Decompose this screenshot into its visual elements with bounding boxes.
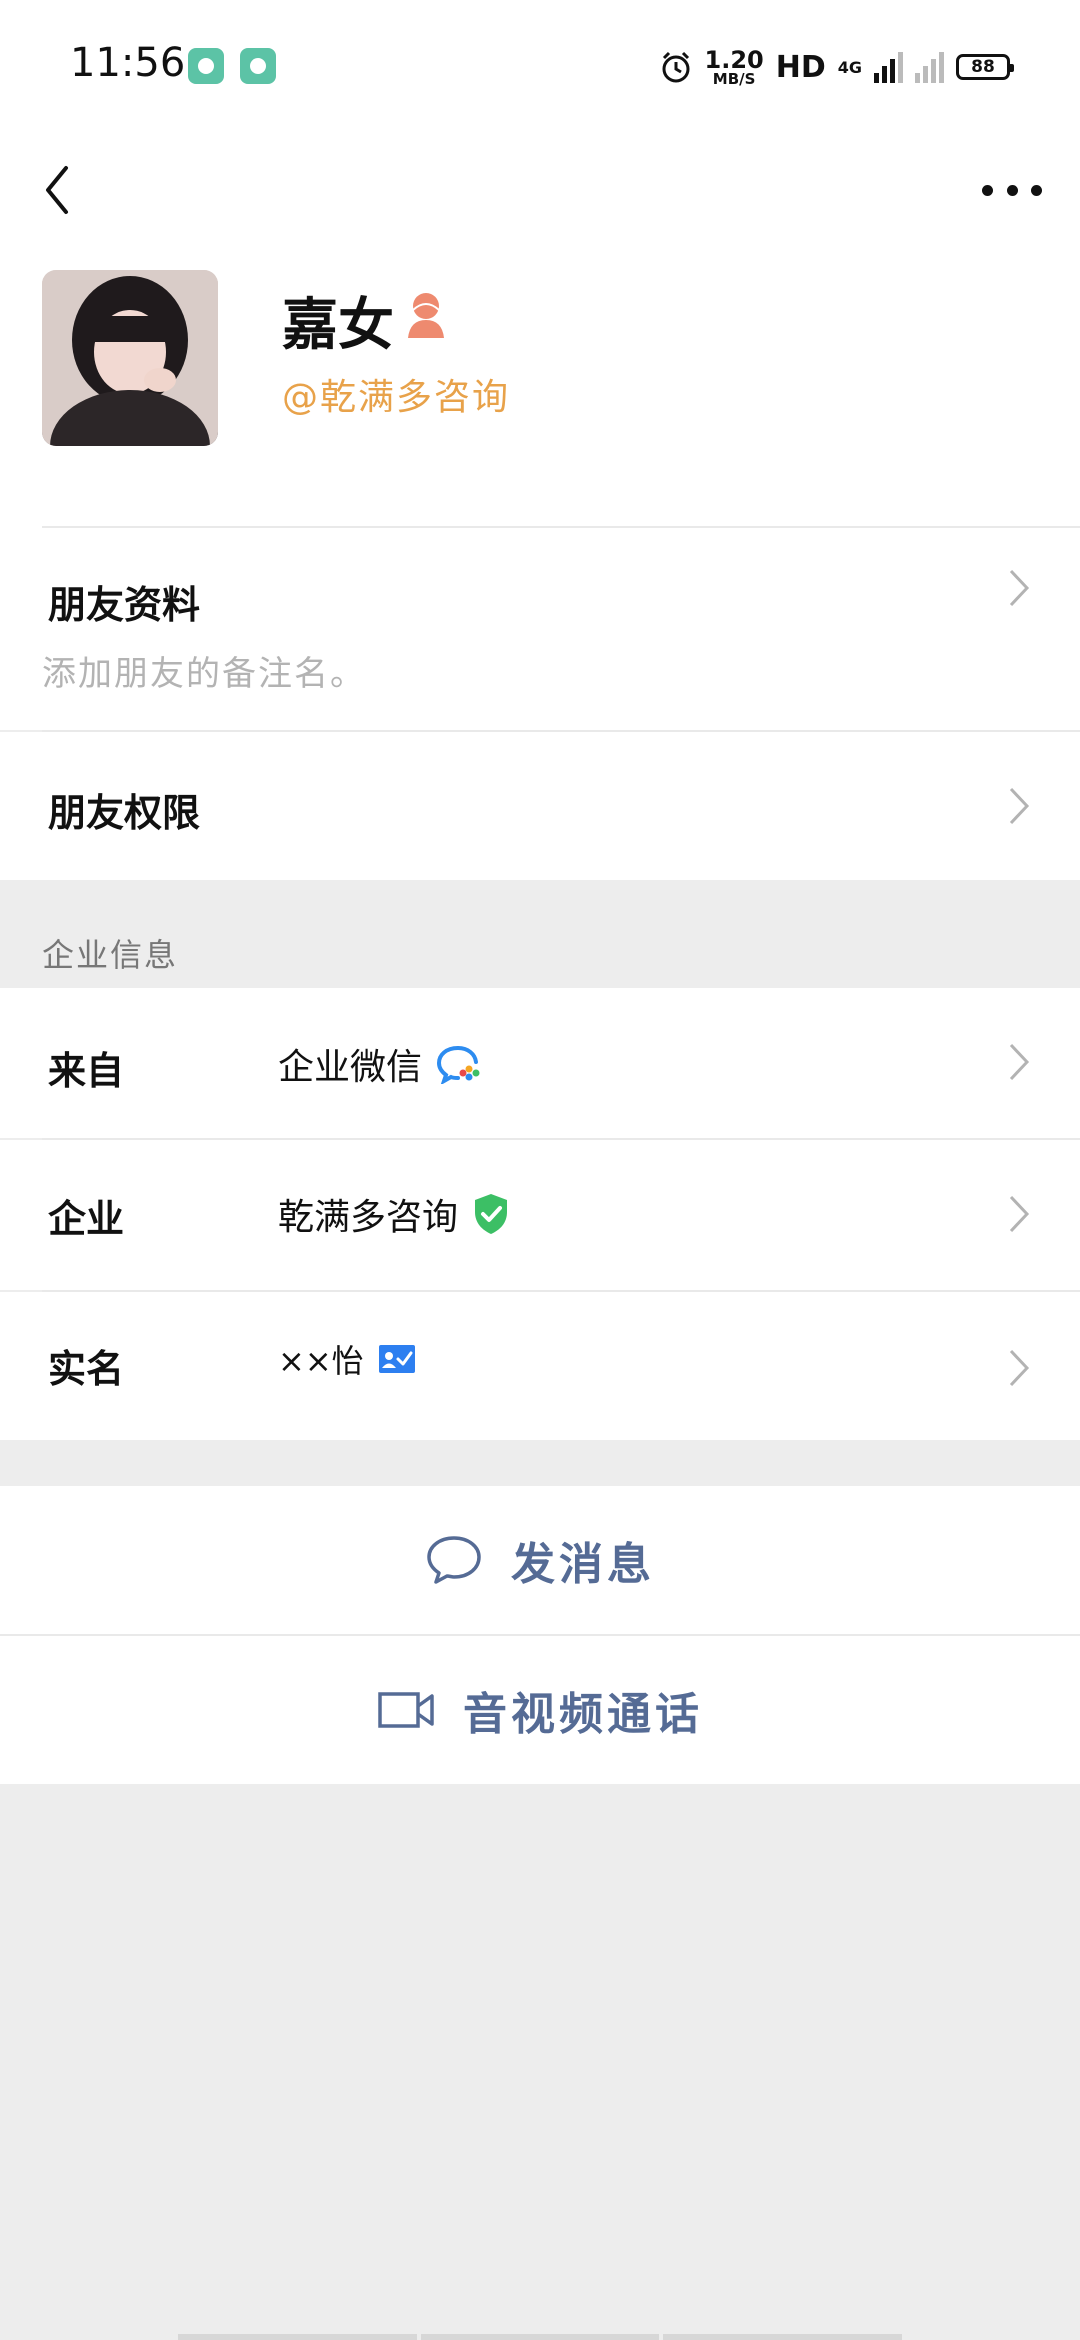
chevron-right-icon: [1009, 569, 1030, 607]
friend-permission-row[interactable]: 朋友权限: [0, 732, 1080, 880]
chat-bubble-icon: [427, 1536, 481, 1584]
enterprise-row-realname[interactable]: 实名 ××怡: [0, 1292, 1080, 1440]
app-notification-icon: [188, 48, 224, 84]
send-message-button[interactable]: 发消息: [0, 1486, 1080, 1634]
signal-icon-sim2: [915, 51, 944, 83]
status-bar: 11:56 1.20 MB/S HD 4G 88: [0, 0, 1080, 130]
enterprise-row-source[interactable]: 来自 企业微信: [0, 988, 1080, 1138]
network-type: 4G: [837, 57, 862, 77]
id-verified-icon: [378, 1345, 415, 1373]
female-icon: [408, 293, 444, 338]
hd-indicator: HD: [775, 49, 826, 85]
company-value: 乾满多咨询: [278, 1188, 510, 1240]
network-speed: 1.20 MB/S: [704, 45, 764, 88]
realname-value: ××怡: [278, 1336, 416, 1382]
chevron-right-icon: [1009, 787, 1030, 825]
home-indicator: [178, 2334, 903, 2340]
alarm-icon: [662, 51, 689, 83]
realname-label: 实名: [48, 1347, 125, 1391]
contact-name: 嘉女: [282, 293, 394, 358]
friend-profile-label: 朋友资料: [48, 583, 201, 627]
avatar[interactable]: [42, 270, 218, 446]
company-label: 企业: [48, 1197, 125, 1241]
status-time: 11:56: [70, 40, 186, 86]
app-notification-icon: [240, 48, 276, 84]
company-tag: @乾满多咨询: [282, 377, 511, 418]
realname-value-text: ××怡: [278, 1342, 364, 1380]
video-camera-icon: [378, 1692, 434, 1728]
signal-icon: [874, 51, 903, 83]
send-message-label: 发消息: [511, 1539, 655, 1590]
enterprise-row-company[interactable]: 企业 乾满多咨询: [0, 1140, 1080, 1290]
source-value-text: 企业微信: [278, 1047, 423, 1088]
section-title-enterprise: 企业信息: [42, 936, 179, 974]
battery-icon: 88: [956, 54, 1014, 80]
more-options-icon[interactable]: [982, 160, 1042, 220]
friend-permission-label: 朋友权限: [48, 791, 201, 835]
source-value: 企业微信: [278, 1038, 482, 1090]
video-call-button[interactable]: 音视频通话: [0, 1636, 1080, 1784]
friend-profile-row[interactable]: 朋友资料 添加朋友的备注名。: [0, 528, 1080, 730]
top-nav: [0, 130, 1080, 260]
back-icon[interactable]: [38, 160, 78, 220]
source-label: 来自: [48, 1049, 125, 1093]
verified-shield-icon: [475, 1194, 508, 1234]
status-indicators: 1.20 MB/S HD 4G 88: [659, 42, 1014, 92]
company-value-text: 乾满多咨询: [278, 1197, 459, 1238]
wecom-icon: [437, 1046, 480, 1084]
chevron-right-icon: [1009, 1043, 1030, 1081]
chevron-right-icon: [1009, 1349, 1030, 1387]
battery-level: 88: [971, 57, 995, 77]
profile-header: 嘉女 @乾满多咨询: [0, 260, 1080, 528]
video-call-label: 音视频通话: [463, 1689, 703, 1740]
friend-profile-hint: 添加朋友的备注名。: [42, 654, 366, 694]
chevron-right-icon: [1009, 1195, 1030, 1233]
